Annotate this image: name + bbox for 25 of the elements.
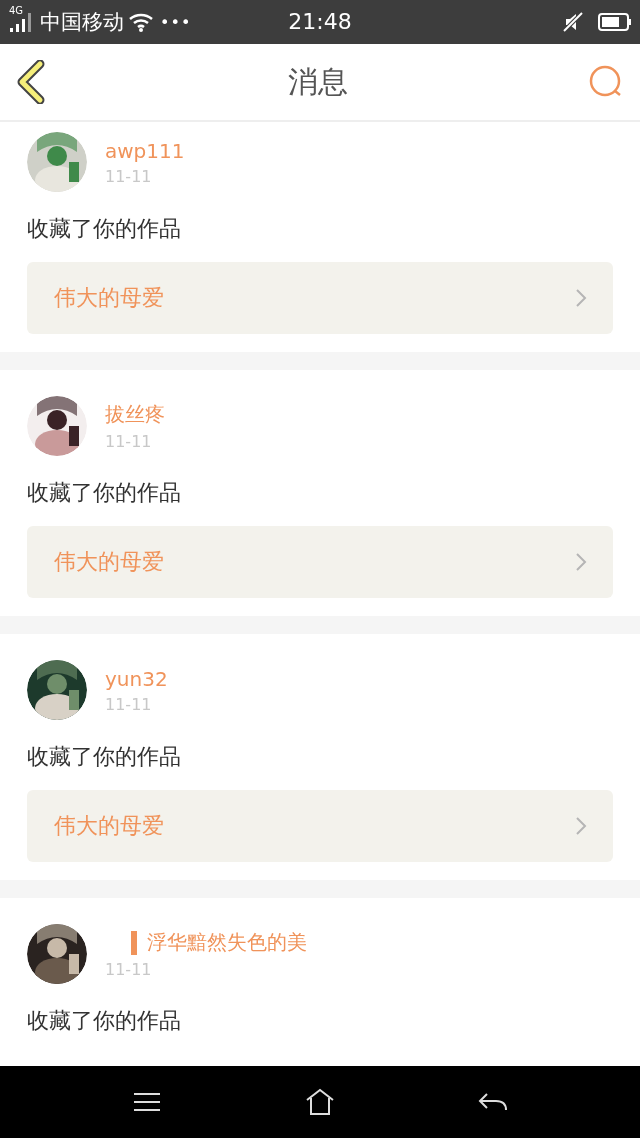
work-link[interactable]: 伟大的母爱 (27, 526, 613, 598)
more-indicator: ••• (160, 12, 192, 32)
work-link[interactable]: 伟大的母爱 (27, 262, 613, 334)
mute-icon (562, 11, 584, 33)
menu-button[interactable] (131, 1091, 162, 1113)
message-text: 收藏了你的作品 (27, 743, 182, 771)
chevron-right-icon (575, 816, 587, 836)
chevron-right-icon (575, 288, 587, 308)
clock-time: 21:48 (288, 9, 352, 34)
user-name[interactable]: yun32 (105, 666, 168, 691)
chevron-right-icon (575, 552, 587, 572)
message-text: 收藏了你的作品 (27, 1007, 182, 1035)
user-name[interactable]: 拔丝疼 (105, 401, 165, 428)
back-nav-button[interactable] (478, 1091, 509, 1113)
message-text: 收藏了你的作品 (27, 479, 182, 507)
message-text: 收藏了你的作品 (27, 215, 182, 243)
user-name[interactable]: awp111 (105, 138, 185, 163)
carrier-name: 中国移动 (40, 9, 124, 36)
network-type: 4G (9, 5, 24, 16)
work-link[interactable]: 伟大的母爱 (27, 790, 613, 862)
user-name[interactable]: 浮华黯然失色的美 (147, 929, 307, 956)
page-title: 消息 (288, 62, 348, 101)
home-button[interactable] (305, 1088, 335, 1116)
battery-icon (598, 13, 632, 31)
name-bar-icon (131, 930, 137, 955)
